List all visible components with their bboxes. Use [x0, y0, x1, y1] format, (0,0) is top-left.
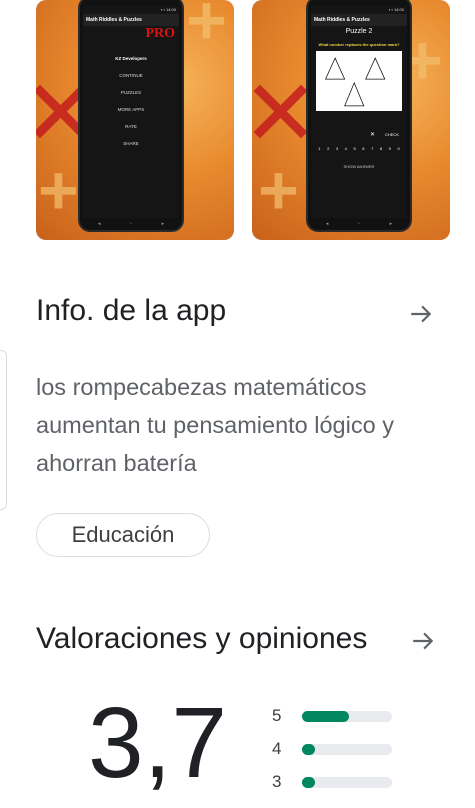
digit-key[interactable]: 9	[389, 146, 391, 151]
side-panel-edge	[0, 350, 7, 510]
rating-bar-fill	[302, 777, 315, 788]
screenshot-1[interactable]: ✕ + + ▪ ▪ 14:00 Math Riddles & Puzzles P…	[36, 0, 234, 240]
puzzle-controls: ✕ CHECK	[311, 131, 407, 139]
ratings-title[interactable]: Valoraciones y opiniones	[36, 622, 367, 656]
rating-bar-track	[302, 711, 392, 722]
rating-bar-fill	[302, 711, 349, 722]
menu-item: PUZZLES	[120, 90, 142, 95]
phone-nav-bar: ◂ ▫ ▸	[325, 221, 393, 227]
digit-key[interactable]: 0	[397, 146, 399, 151]
menu-item: CONTINUE	[119, 73, 143, 78]
phone-frame: ▪ ▪ 14:00 Math Riddles & Puzzles Puzzle …	[308, 0, 410, 230]
clear-icon[interactable]: ✕	[370, 131, 375, 139]
digit-key[interactable]: 3	[336, 146, 338, 151]
puzzle-question: What number replaces the question mark?	[318, 42, 400, 47]
bg-plus-symbol: +	[38, 151, 79, 229]
star-label: 3	[272, 772, 282, 791]
phone-nav-bar: ◂ ▫ ▸	[97, 221, 165, 227]
status-bar: ▪ ▪ 14:00	[388, 7, 404, 12]
screenshot-2[interactable]: ✕ + + ▪ ▪ 14:00 Math Riddles & Puzzles P…	[252, 0, 450, 240]
category-chip[interactable]: Educación	[36, 513, 210, 557]
bg-plus-symbol: +	[186, 0, 227, 59]
app-menu: KZ Developers CONTINUE PUZZLES MORE APPS…	[83, 50, 179, 152]
puzzle-image	[316, 51, 402, 111]
menu-item: SHARE	[123, 141, 139, 146]
rating-bar-row: 4	[272, 738, 402, 760]
star-label: 4	[272, 739, 282, 758]
status-bar: ▪ ▪ 14:00	[160, 7, 176, 12]
menu-item: RATE	[125, 124, 137, 129]
bg-plus-symbol: +	[258, 151, 299, 229]
arrow-right-icon[interactable]	[410, 628, 436, 654]
average-rating: 3,7	[88, 687, 228, 799]
digit-key[interactable]: 8	[380, 146, 382, 151]
digit-key[interactable]: 1	[318, 146, 320, 151]
triangle-puzzle-icon	[324, 57, 386, 107]
digit-key[interactable]: 2	[327, 146, 329, 151]
phone-frame: ▪ ▪ 14:00 Math Riddles & Puzzles PRO KZ …	[80, 0, 182, 230]
show-answer-button[interactable]: SHOW ANSWER	[311, 164, 407, 169]
pro-label: PRO	[145, 26, 175, 41]
app-title-bar: Math Riddles & Puzzles	[83, 14, 179, 26]
digit-key[interactable]: 5	[353, 146, 355, 151]
phone-screen: ▪ ▪ 14:00 Math Riddles & Puzzles Puzzle …	[311, 6, 407, 218]
star-label: 5	[272, 706, 282, 725]
digit-key[interactable]: 4	[345, 146, 347, 151]
puzzle-header: Puzzle 2	[345, 28, 373, 35]
rating-bar-track	[302, 777, 392, 788]
digit-keypad: 1 2 3 4 5 6 7 8 9 0	[311, 146, 407, 151]
phone-screen: ▪ ▪ 14:00 Math Riddles & Puzzles PRO KZ …	[83, 6, 179, 218]
digit-key[interactable]: 7	[371, 146, 373, 151]
check-button[interactable]: CHECK	[385, 131, 399, 139]
rating-bar-row: 3	[272, 771, 402, 793]
digit-key[interactable]: 6	[362, 146, 364, 151]
arrow-right-icon[interactable]	[408, 301, 434, 327]
menu-item: MORE APPS	[117, 107, 145, 112]
screenshot-carousel: ✕ + + ▪ ▪ 14:00 Math Riddles & Puzzles P…	[36, 0, 475, 240]
app-description: los rompecabezas matemáticos aumentan tu…	[36, 374, 394, 476]
developer-label: KZ Developers	[115, 56, 147, 61]
rating-bar-row: 5	[272, 705, 402, 727]
app-info-title[interactable]: Info. de la app	[36, 294, 226, 328]
rating-bar-fill	[302, 744, 315, 755]
rating-bar-track	[302, 744, 392, 755]
